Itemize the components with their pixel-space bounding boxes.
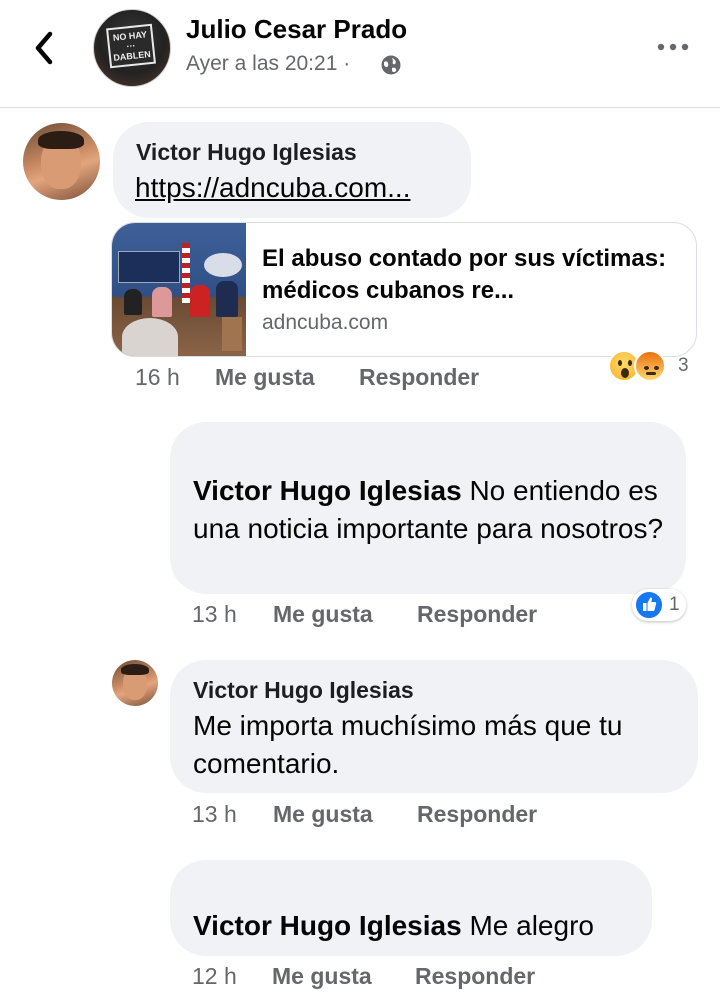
reply-button[interactable]: Responder bbox=[359, 364, 479, 391]
link-preview-thumbnail bbox=[112, 223, 246, 356]
avatar-hair bbox=[38, 131, 84, 149]
thumb-audience-head bbox=[122, 318, 178, 356]
chevron-left-icon bbox=[35, 31, 53, 65]
reply-content: Victor Hugo Iglesias Me alegro bbox=[193, 907, 653, 945]
post-timestamp[interactable]: Ayer a las 20:21 · bbox=[186, 52, 350, 76]
like-reaction-icon bbox=[634, 590, 664, 620]
globe-icon bbox=[381, 55, 401, 75]
commenter-name[interactable]: Victor Hugo Iglesias bbox=[136, 139, 357, 166]
comment-time[interactable]: 16 h bbox=[135, 364, 180, 391]
link-preview-domain: adncuba.com bbox=[262, 311, 389, 334]
author-avatar[interactable]: NO HAY ··· DABLEN bbox=[93, 9, 171, 87]
post-time-text: Ayer a las 20:21 bbox=[186, 52, 338, 75]
like-button[interactable]: Me gusta bbox=[273, 601, 373, 628]
like-button[interactable]: Me gusta bbox=[273, 801, 373, 828]
thumb-person bbox=[216, 281, 238, 317]
thumb-seal bbox=[204, 253, 242, 277]
reaction-count: 1 bbox=[669, 594, 680, 615]
thumb-person bbox=[190, 285, 210, 317]
angry-reaction-icon bbox=[634, 350, 666, 382]
reply-text: Me importa muchísimo más que tu comentar… bbox=[193, 710, 623, 779]
thumb-screen bbox=[118, 251, 180, 283]
more-options-icon[interactable] bbox=[655, 40, 691, 54]
reply-button[interactable]: Responder bbox=[417, 601, 537, 628]
time-separator: · bbox=[343, 52, 351, 75]
comment-time[interactable]: 13 h bbox=[192, 801, 237, 828]
comment-time[interactable]: 13 h bbox=[192, 601, 237, 628]
avatar-hair bbox=[121, 664, 149, 675]
reaction-summary[interactable]: 1 bbox=[632, 589, 686, 621]
back-button[interactable] bbox=[28, 28, 62, 68]
avatar-sign-image: NO HAY ··· DABLEN bbox=[106, 23, 156, 69]
reply-content: Victor Hugo Iglesias No entiendo es una … bbox=[193, 472, 673, 548]
thumb-podium bbox=[222, 317, 242, 351]
commenter-name[interactable]: Victor Hugo Iglesias bbox=[193, 677, 414, 704]
like-button[interactable]: Me gusta bbox=[272, 963, 372, 990]
reply-text: Me alegro bbox=[469, 910, 594, 941]
thumb-person bbox=[124, 289, 142, 315]
post-author-name[interactable]: Julio Cesar Prado bbox=[186, 14, 407, 45]
thumb-person bbox=[152, 287, 172, 317]
comment-avatar[interactable] bbox=[112, 660, 158, 706]
header-divider bbox=[0, 107, 720, 108]
comment-time[interactable]: 12 h bbox=[192, 963, 237, 990]
thumb-flag bbox=[182, 243, 190, 303]
commenter-name[interactable]: Victor Hugo Iglesias bbox=[193, 475, 462, 506]
reaction-count: 3 bbox=[678, 355, 689, 376]
link-preview-title: El abuso contado por sus víctimas: médic… bbox=[262, 245, 667, 304]
commenter-name[interactable]: Victor Hugo Iglesias bbox=[193, 910, 462, 941]
comment-link[interactable]: https://adncuba.com... bbox=[135, 172, 411, 204]
comment-avatar[interactable] bbox=[23, 123, 100, 200]
link-preview-card[interactable]: El abuso contado por sus víctimas: médic… bbox=[111, 222, 697, 357]
reply-button[interactable]: Responder bbox=[417, 801, 537, 828]
reaction-summary[interactable]: 3 bbox=[608, 350, 700, 384]
reply-button[interactable]: Responder bbox=[415, 963, 535, 990]
like-button[interactable]: Me gusta bbox=[215, 364, 315, 391]
